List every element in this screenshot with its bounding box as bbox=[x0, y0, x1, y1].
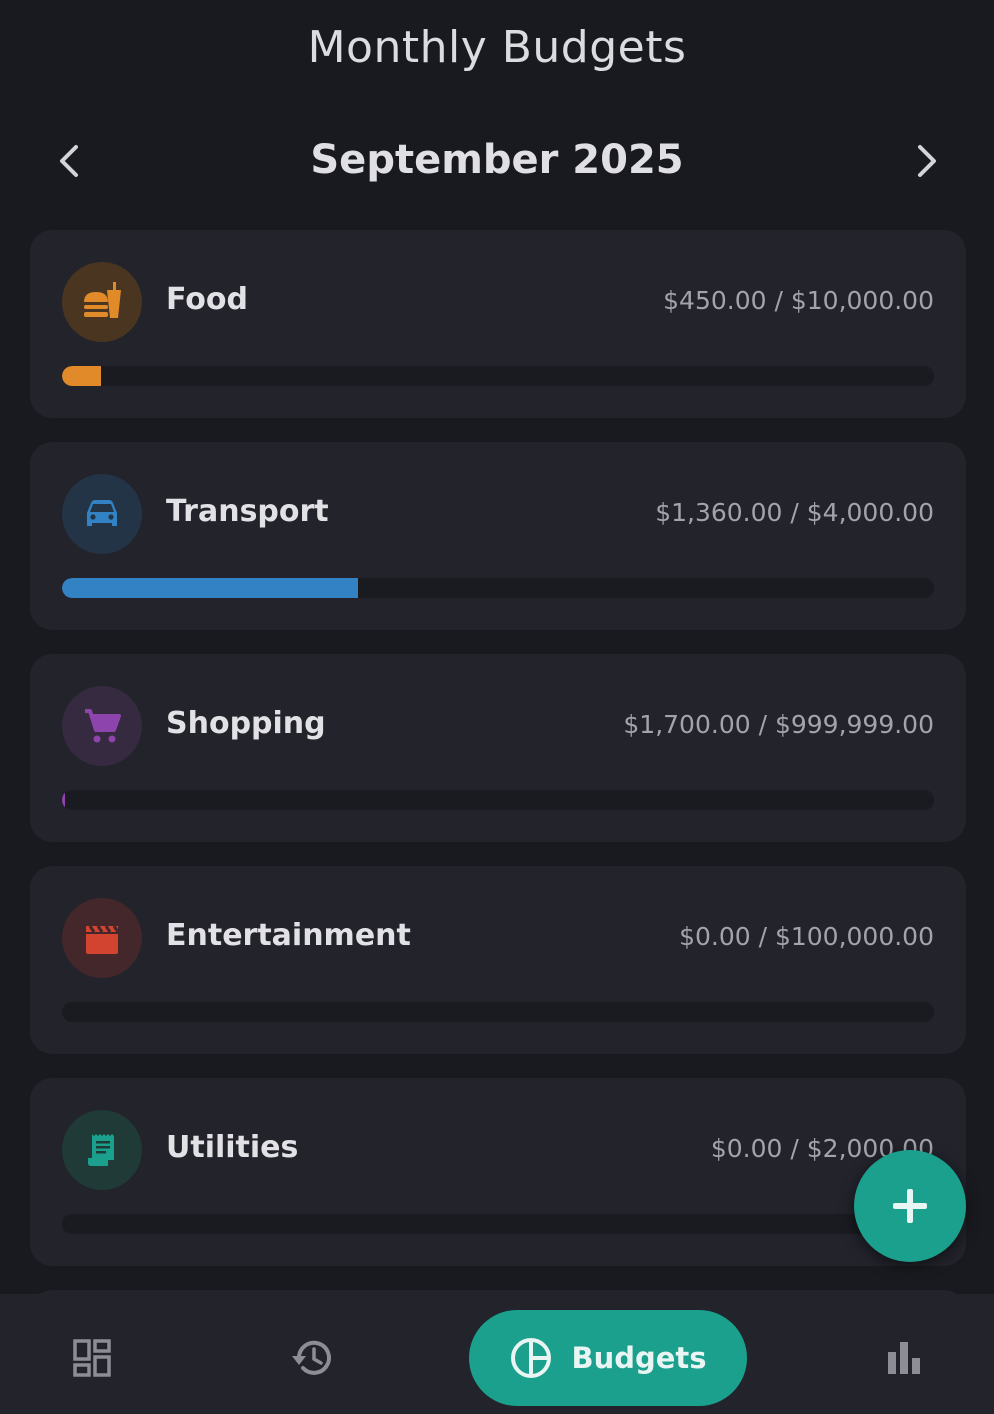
utilities-icon-badge bbox=[62, 1110, 142, 1190]
month-navigator: September 2025 bbox=[0, 125, 994, 197]
budget-progress-bar bbox=[62, 366, 934, 386]
chevron-right-icon bbox=[918, 145, 936, 177]
budget-category-name: Food bbox=[166, 282, 248, 317]
budget-category-name: Shopping bbox=[166, 706, 326, 741]
nav-history[interactable] bbox=[272, 1310, 352, 1406]
nav-statistics[interactable] bbox=[864, 1310, 944, 1406]
budget-amount: $1,700.00 / $999,999.00 bbox=[623, 710, 934, 739]
budget-category-name: Transport bbox=[166, 494, 329, 529]
budget-category-name: Utilities bbox=[166, 1130, 299, 1165]
plus-icon bbox=[893, 1189, 927, 1223]
current-month-label: September 2025 bbox=[310, 137, 684, 183]
movie-clapper-icon bbox=[86, 925, 120, 954]
fastfood-icon bbox=[84, 282, 121, 318]
budget-card-transport[interactable]: Transport $1,360.00 / $4,000.00 bbox=[30, 442, 966, 630]
bar-chart-icon bbox=[888, 1342, 920, 1374]
add-budget-button[interactable] bbox=[854, 1150, 966, 1262]
history-icon bbox=[292, 1340, 331, 1375]
budget-progress-fill bbox=[62, 366, 102, 386]
page-title: Monthly Budgets bbox=[307, 22, 687, 73]
shopping-icon-badge bbox=[62, 686, 142, 766]
car-icon bbox=[87, 500, 117, 526]
budget-card-utilities[interactable]: Utilities $0.00 / $2,000.00 bbox=[30, 1078, 966, 1266]
app-screen: Monthly Budgets September 2025 Food $450… bbox=[0, 0, 994, 1414]
budget-progress-fill bbox=[62, 578, 359, 598]
budget-card-shopping[interactable]: Shopping $1,700.00 / $999,999.00 bbox=[30, 654, 966, 842]
budget-progress-bar bbox=[62, 578, 934, 598]
nav-budgets[interactable]: Budgets bbox=[469, 1310, 747, 1406]
next-month-button[interactable] bbox=[902, 137, 950, 185]
dashboard-icon bbox=[73, 1339, 111, 1377]
budget-progress-bar bbox=[62, 1214, 934, 1234]
budget-amount: $450.00 / $10,000.00 bbox=[663, 286, 934, 315]
budget-progress-fill bbox=[62, 790, 65, 810]
nav-dashboard[interactable] bbox=[52, 1310, 132, 1406]
budget-card-food[interactable]: Food $450.00 / $10,000.00 bbox=[30, 230, 966, 418]
budget-progress-bar bbox=[62, 790, 934, 810]
transport-icon-badge bbox=[62, 474, 142, 554]
budget-amount: $0.00 / $100,000.00 bbox=[679, 922, 934, 951]
shopping-cart-icon bbox=[85, 709, 121, 743]
food-icon-badge bbox=[62, 262, 142, 342]
bottom-navigation: Budgets bbox=[0, 1294, 994, 1414]
entertainment-icon-badge bbox=[62, 898, 142, 978]
nav-budgets-label: Budgets bbox=[571, 1341, 707, 1375]
budget-list: Food $450.00 / $10,000.00 Transport $1,3… bbox=[30, 230, 966, 1290]
budget-card-entertainment[interactable]: Entertainment $0.00 / $100,000.00 bbox=[30, 866, 966, 1054]
budget-progress-bar bbox=[62, 1002, 934, 1022]
pie-chart-icon bbox=[511, 1338, 552, 1378]
budget-amount: $1,360.00 / $4,000.00 bbox=[655, 498, 934, 527]
budget-category-name: Entertainment bbox=[166, 918, 411, 953]
receipt-icon bbox=[88, 1134, 114, 1166]
